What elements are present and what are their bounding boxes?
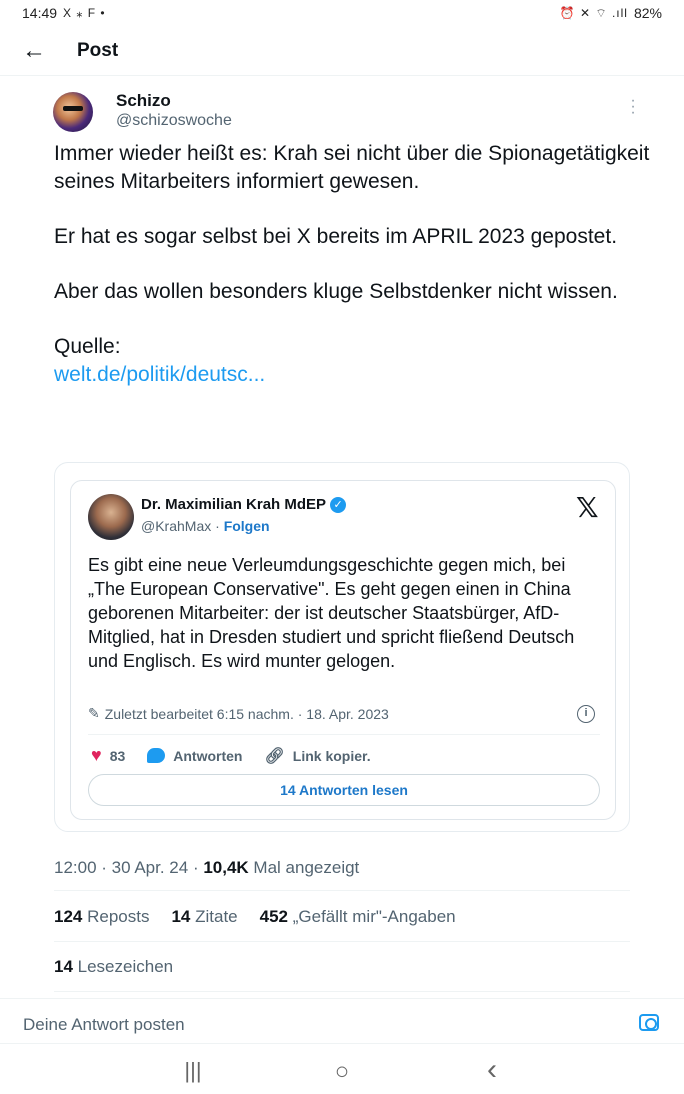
view-label: Mal angezeigt xyxy=(248,858,360,877)
read-replies-button: 14 Antworten lesen xyxy=(88,774,600,806)
system-icons: ⏰ ✕ ⌔ .ıll xyxy=(559,5,628,20)
reposts-count: 124 xyxy=(54,907,83,926)
view-count: 10,4K xyxy=(203,858,249,877)
divider xyxy=(54,890,630,891)
post-text: Immer wieder heißt es: Krah sei nicht üb… xyxy=(54,140,654,389)
post-paragraph: Aber das wollen besonders kluge Selbstde… xyxy=(54,280,618,303)
edited-note: ✎ Zuletzt bearbeitet 6:15 nachm. · 18. A… xyxy=(88,705,389,722)
embedded-tweet-card: Dr. Maximilian Krah MdEP ✓ @KrahMax · Fo… xyxy=(70,480,616,820)
recent-apps-button[interactable]: ||| xyxy=(178,1058,208,1084)
quotes-label: Zitate xyxy=(190,907,238,926)
system-back-button[interactable]: ‹ xyxy=(477,1053,507,1087)
bookmarks-stat[interactable]: 14 Lesezeichen xyxy=(54,957,173,977)
embedded-actions: ♥ 83 Antworten 🔗︎ Link kopier. xyxy=(91,745,393,766)
status-time: 14:49 xyxy=(22,5,58,21)
embedded-tweet-text: Es gibt eine neue Verleumdungsgeschichte… xyxy=(88,555,575,671)
likes-count: 452 xyxy=(259,907,289,926)
home-button[interactable]: ○ xyxy=(327,1058,357,1086)
back-arrow-icon[interactable]: ← xyxy=(22,38,48,64)
source-link[interactable]: welt.de/politik/deutsc... xyxy=(54,361,654,389)
handle-separator: · xyxy=(211,518,224,534)
notification-icons: X ⁎ F • xyxy=(63,6,106,20)
embedded-reply: Antworten xyxy=(147,748,242,764)
post-timestamp: 12:00 · 30 Apr. 24 · xyxy=(54,858,204,877)
speech-bubble-icon xyxy=(147,748,166,763)
embedded-like-count: 83 xyxy=(109,747,126,764)
post-paragraph: Er hat es sogar selbst bei X bereits im … xyxy=(54,225,618,248)
link-icon: 🔗︎ xyxy=(264,747,285,765)
embedded-like: ♥ 83 xyxy=(91,745,125,766)
post-metadata: 12:00 · 30 Apr. 24 · 10,4K Mal angezeigt xyxy=(54,858,359,878)
follow-label: Folgen xyxy=(223,518,270,534)
source-label: Quelle: xyxy=(54,335,121,358)
heart-icon: ♥ xyxy=(91,745,102,765)
verified-badge-icon: ✓ xyxy=(330,496,347,513)
more-options-icon[interactable]: · · · xyxy=(628,93,638,121)
divider xyxy=(54,941,630,942)
author-handle[interactable]: @schizoswoche xyxy=(116,112,232,130)
embedded-image[interactable]: Dr. Maximilian Krah MdEP ✓ @KrahMax · Fo… xyxy=(54,462,630,832)
system-nav-bar: ||| ○ ‹ xyxy=(0,1050,684,1094)
quotes-stat[interactable]: 14 Zitate xyxy=(171,907,237,927)
bookmarks-count: 14 xyxy=(54,957,73,976)
embedded-author-name-text: Dr. Maximilian Krah MdEP xyxy=(141,496,327,513)
edited-text: Zuletzt bearbeitet 6:15 nachm. · 18. Apr… xyxy=(104,705,389,722)
post-paragraph: Immer wieder heißt es: Krah sei nicht üb… xyxy=(54,142,650,193)
reposts-label: Reposts xyxy=(82,907,150,926)
likes-stat[interactable]: 452 „Gefällt mir"-Angaben xyxy=(260,907,456,927)
embedded-author-name: Dr. Maximilian Krah MdEP ✓ xyxy=(141,496,347,513)
author-name[interactable]: Schizo xyxy=(116,91,171,111)
reposts-stat[interactable]: 124 Reposts xyxy=(54,907,149,927)
divider xyxy=(54,991,630,992)
embedded-handle-text: @KrahMax xyxy=(141,518,212,534)
likes-label: „Gefällt mir"-Angaben xyxy=(288,907,456,926)
battery-level: 82% xyxy=(633,5,662,21)
engagement-stats: 124 Reposts 14 Zitate 452 „Gefällt mir"-… xyxy=(54,907,456,927)
page-title: Post xyxy=(77,40,119,61)
author-avatar[interactable] xyxy=(53,92,93,132)
app-header: ← Post xyxy=(0,26,684,76)
reply-composer[interactable]: Deine Antwort posten xyxy=(0,998,684,1044)
bookmarks-label: Lesezeichen xyxy=(72,957,174,976)
embedded-author-avatar xyxy=(88,494,134,540)
embedded-link-label: Link kopier. xyxy=(292,747,371,764)
embedded-reply-label: Antworten xyxy=(173,747,243,764)
quotes-count: 14 xyxy=(171,907,191,926)
camera-icon[interactable] xyxy=(639,1014,659,1031)
x-logo-icon: 𝕏 xyxy=(576,491,599,524)
embedded-author-handle: @KrahMax · Folgen xyxy=(141,518,270,534)
divider xyxy=(88,734,600,735)
status-bar: 14:49 X ⁎ F • ⏰ ✕ ⌔ .ıll 82% xyxy=(0,0,684,26)
reply-input[interactable]: Deine Antwort posten xyxy=(23,1015,185,1035)
embedded-copy-link: 🔗︎ Link kopier. xyxy=(264,746,370,766)
pencil-icon: ✎ xyxy=(88,705,100,721)
info-icon: i xyxy=(577,705,595,723)
